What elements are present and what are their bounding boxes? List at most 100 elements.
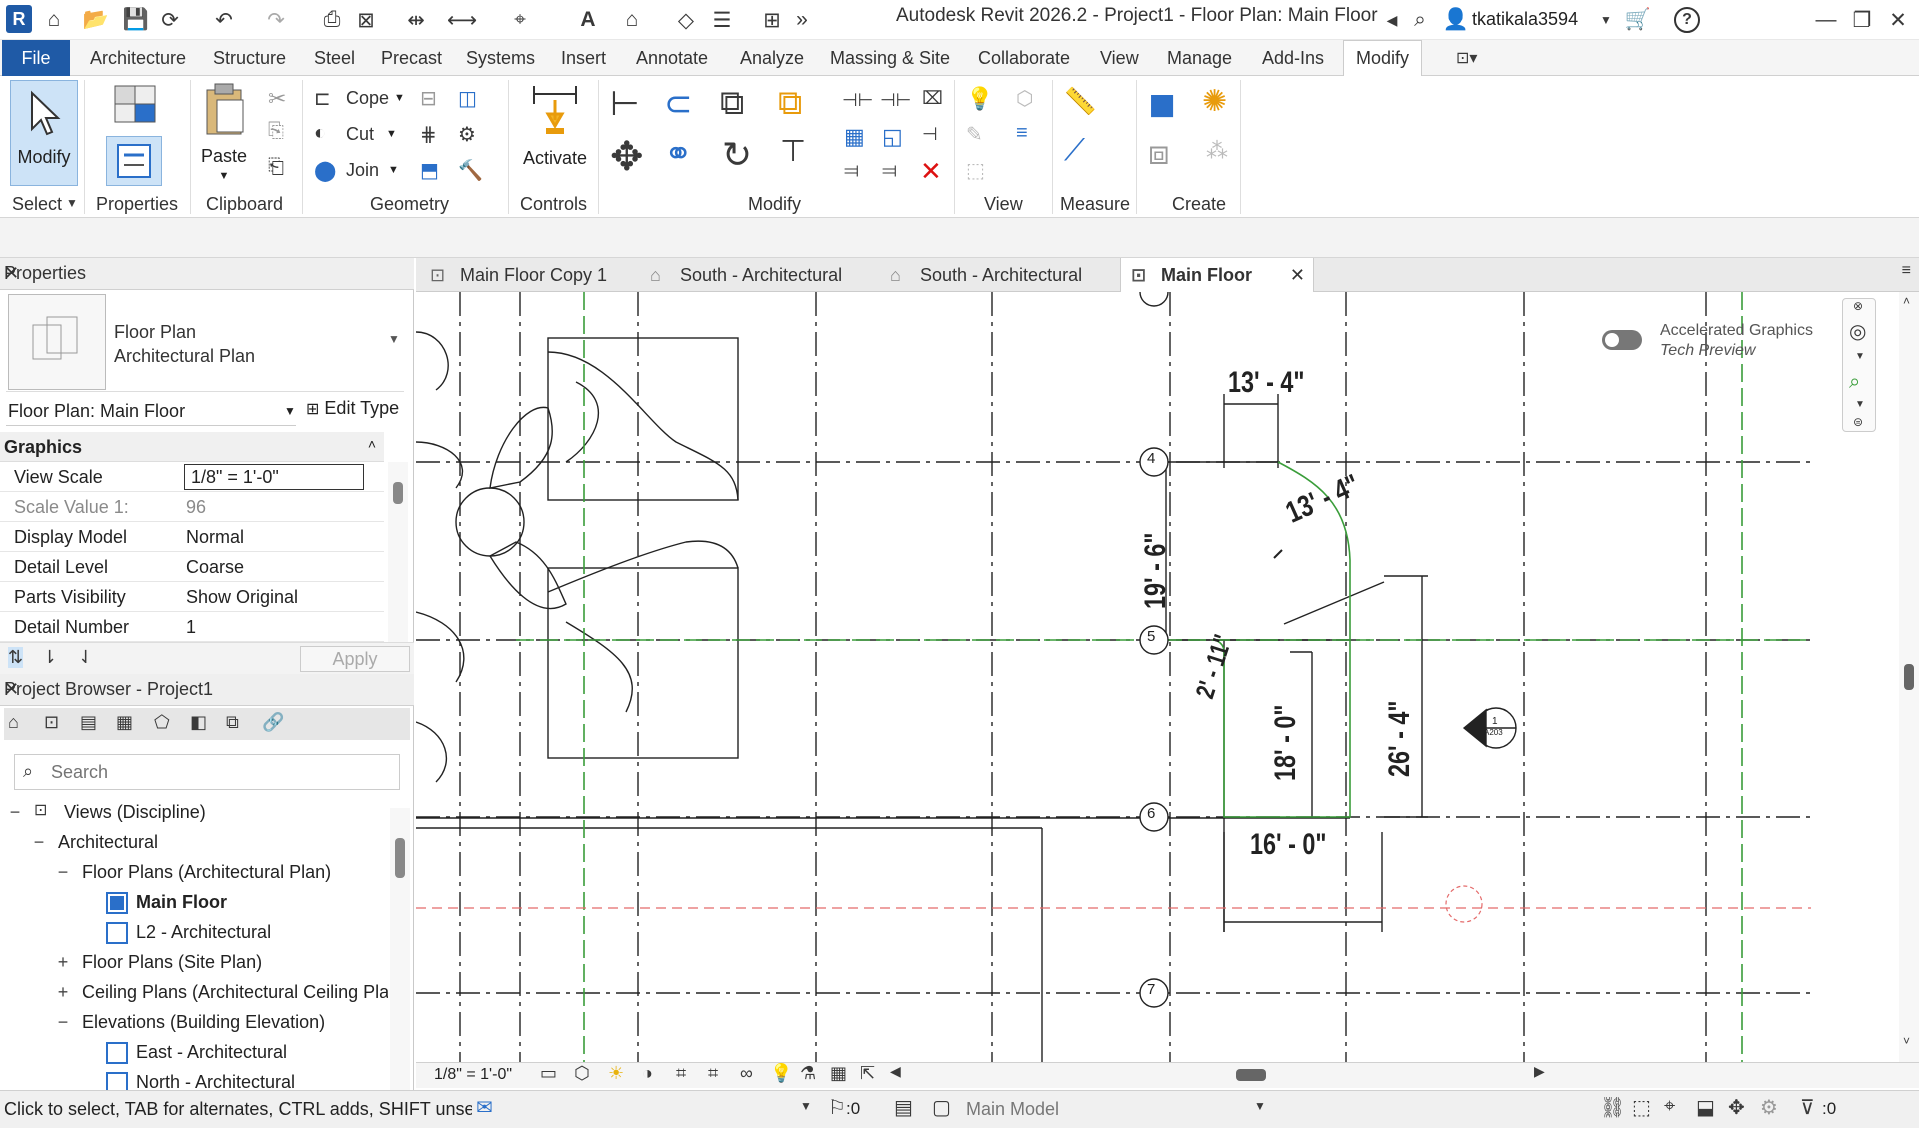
views-icon[interactable]: ⊡ <box>44 712 59 733</box>
scroll-up-icon[interactable]: ˄ <box>1903 294 1910 308</box>
split-face-icon[interactable]: ⊟ <box>420 86 437 111</box>
sun-path-icon[interactable]: ☀ <box>608 1063 624 1084</box>
tab-file[interactable]: File <box>2 40 70 76</box>
chevron-down-icon[interactable]: ▼ <box>800 1099 812 1113</box>
create-similar-icon[interactable]: ✺ <box>1202 84 1227 119</box>
chevron-left-icon[interactable]: ◀ <box>1378 6 1406 34</box>
tree-node-architectural[interactable]: Architectural <box>58 832 158 853</box>
tab-analyze[interactable]: Analyze <box>740 40 804 76</box>
close-inactive-icon[interactable]: ⊠ <box>352 6 380 34</box>
tab-annotate[interactable]: Annotate <box>636 40 708 76</box>
sort-ascending-icon[interactable]: ⇂ <box>42 647 57 668</box>
aligned-dim-icon[interactable]: ⟋ <box>1064 134 1085 168</box>
chevron-down-icon[interactable]: ▼ <box>1855 351 1865 362</box>
paste-button[interactable]: Paste ▼ <box>196 82 252 182</box>
restore-icon[interactable]: ❐ <box>1848 6 1876 34</box>
tab-manage[interactable]: Manage <box>1167 40 1232 76</box>
links-icon[interactable]: 🔗 <box>262 712 284 733</box>
prop-row-detail-number[interactable]: Detail Number 1 <box>0 612 384 642</box>
background-process-icon[interactable]: ⚙ <box>1760 1095 1778 1120</box>
nav-options-icon[interactable]: ⊜ <box>1853 415 1863 429</box>
thin-lines-icon[interactable]: ☰ <box>708 6 736 34</box>
scale-icon[interactable]: ◱ <box>882 124 903 150</box>
browser-search[interactable]: ⌕ <box>14 754 400 790</box>
select-dropdown-icon[interactable]: ▼ <box>66 196 78 210</box>
create-parts-icon[interactable]: ⧈ <box>1148 134 1170 173</box>
close-icon[interactable]: ⊗ <box>1853 299 1863 313</box>
prop-row-display-model[interactable]: Display Model Normal <box>0 522 384 552</box>
tree-node-east-architectural[interactable]: East - Architectural <box>136 1042 287 1063</box>
tree-node-l2-architectural[interactable]: L2 - Architectural <box>136 922 271 943</box>
design-options-icon[interactable]: ▤ <box>894 1095 913 1120</box>
create-group-icon[interactable]: ⁂ <box>1206 138 1228 164</box>
home-icon[interactable]: ⌂ <box>40 6 68 34</box>
chevron-down-icon[interactable]: ▼ <box>1254 1099 1266 1113</box>
view-tab-south-architectural-2[interactable]: ⌂ South - Architectural <box>880 258 1116 292</box>
measure-between-icon[interactable]: 📏 <box>1064 86 1096 117</box>
rotate-icon[interactable]: ↻ <box>722 134 752 176</box>
apply-button[interactable]: Apply <box>300 646 410 672</box>
switch-windows-icon[interactable]: ⊞ <box>758 6 786 34</box>
detail-level-icon[interactable]: ▭ <box>540 1063 557 1084</box>
chevron-down-icon[interactable]: ▼ <box>388 332 400 346</box>
section-icon[interactable]: ◇ <box>672 6 700 34</box>
aligned-dimension-icon[interactable]: ⟷ <box>447 6 477 34</box>
align-icon[interactable]: ⊢ <box>610 84 640 124</box>
tree-node-north-architectural[interactable]: North - Architectural <box>136 1072 295 1092</box>
groups-icon[interactable]: ⧉ <box>226 712 239 733</box>
cut-geometry-icon[interactable]: ◐ <box>314 122 326 145</box>
tree-node-elevations[interactable]: Elevations (Building Elevation) <box>82 1012 325 1033</box>
grid-bubble-5[interactable]: 5 <box>1147 628 1155 645</box>
tree-node-floor-plans-site[interactable]: Floor Plans (Site Plan) <box>82 952 262 973</box>
pin-icon[interactable]: ⊣ <box>922 124 938 145</box>
floor-plan-drawing[interactable] <box>416 292 1899 1062</box>
move-icon[interactable]: ✥ <box>610 134 644 180</box>
editing-requests-icon[interactable]: ⚐ <box>828 1095 846 1120</box>
zoom-region-icon[interactable]: ⌕ <box>1849 371 1860 394</box>
unlock-3d-icon[interactable]: ∞ <box>740 1063 753 1084</box>
analytical-model-icon[interactable]: ⇱ <box>860 1063 875 1084</box>
dim-18-0[interactable]: 18' - 0" <box>1269 704 1303 781</box>
match-type-icon[interactable]: ⎗ <box>268 156 284 179</box>
scroll-right-icon[interactable]: ▶ <box>1534 1063 1545 1080</box>
dim-13-4-top[interactable]: 13' - 4" <box>1228 366 1305 400</box>
horizontal-scrollbar[interactable] <box>910 1067 1530 1083</box>
split-gap-icon[interactable]: ⊣⊢ <box>880 90 911 111</box>
type-selector[interactable]: Floor Plan Architectural Plan ▼ <box>6 292 404 392</box>
mirror-draw-axis-icon[interactable]: ⧉ <box>778 84 802 123</box>
array-icon[interactable]: ▦ <box>844 124 865 150</box>
search-input[interactable] <box>51 759 391 785</box>
remove-paint-icon[interactable]: ⬒ <box>420 158 439 183</box>
hide-in-view-icon[interactable]: 💡 <box>966 86 993 112</box>
cope-button[interactable]: Cope <box>346 88 389 109</box>
grid-bubble-6[interactable]: 6 <box>1147 805 1155 822</box>
ribbon-options-icon[interactable]: ⊡▾ <box>1456 48 1477 68</box>
cope-icon[interactable]: ⊏ <box>314 86 331 111</box>
select-panel-label[interactable]: Select <box>12 194 62 215</box>
dim-16-0[interactable]: 16' - 0" <box>1250 828 1327 862</box>
prop-row-parts-visibility[interactable]: Parts Visibility Show Original <box>0 582 384 612</box>
worksharing-icon[interactable]: ✉ <box>476 1095 493 1120</box>
select-box-icon[interactable]: ⬚ <box>966 158 985 183</box>
vertical-scrollbar[interactable]: ˄ ˅ <box>1899 292 1919 1062</box>
tab-massing-site[interactable]: Massing & Site <box>830 40 950 76</box>
activate-button[interactable]: Activate <box>520 82 590 182</box>
tab-collaborate[interactable]: Collaborate <box>978 40 1070 76</box>
grid-bubble-7[interactable]: 7 <box>1147 981 1155 998</box>
view-tab-main-floor-copy-1[interactable]: ⊡ Main Floor Copy 1 <box>420 258 624 292</box>
crop-view-icon[interactable]: ⌗ <box>676 1063 686 1084</box>
drawing-canvas[interactable]: 4 5 6 7 1 A203 13' - 4" 13' - 4" 19' - 6… <box>416 292 1899 1062</box>
tree-node-main-floor[interactable]: Main Floor <box>136 892 227 913</box>
select-face-icon[interactable]: ⬓ <box>1696 1095 1715 1120</box>
shadows-icon[interactable]: ◑ <box>642 1063 653 1084</box>
mirror-pick-axis-icon[interactable]: ⧉ <box>720 84 744 123</box>
sort-descending-icon[interactable]: ⇃ <box>78 647 93 668</box>
tab-add-ins[interactable]: Add-Ins <box>1262 40 1324 76</box>
tag-icon[interactable]: ⌖ <box>506 6 534 34</box>
show-crop-icon[interactable]: ⌗ <box>708 1063 718 1084</box>
tab-precast[interactable]: Precast <box>381 40 442 76</box>
sort-categorized-icon[interactable]: ⇅ <box>8 647 24 668</box>
save-icon[interactable]: 💾 <box>122 6 150 34</box>
dim-19-6[interactable]: 19' - 6" <box>1139 532 1173 609</box>
trim-extend-icon[interactable]: ⊤ <box>780 134 806 169</box>
